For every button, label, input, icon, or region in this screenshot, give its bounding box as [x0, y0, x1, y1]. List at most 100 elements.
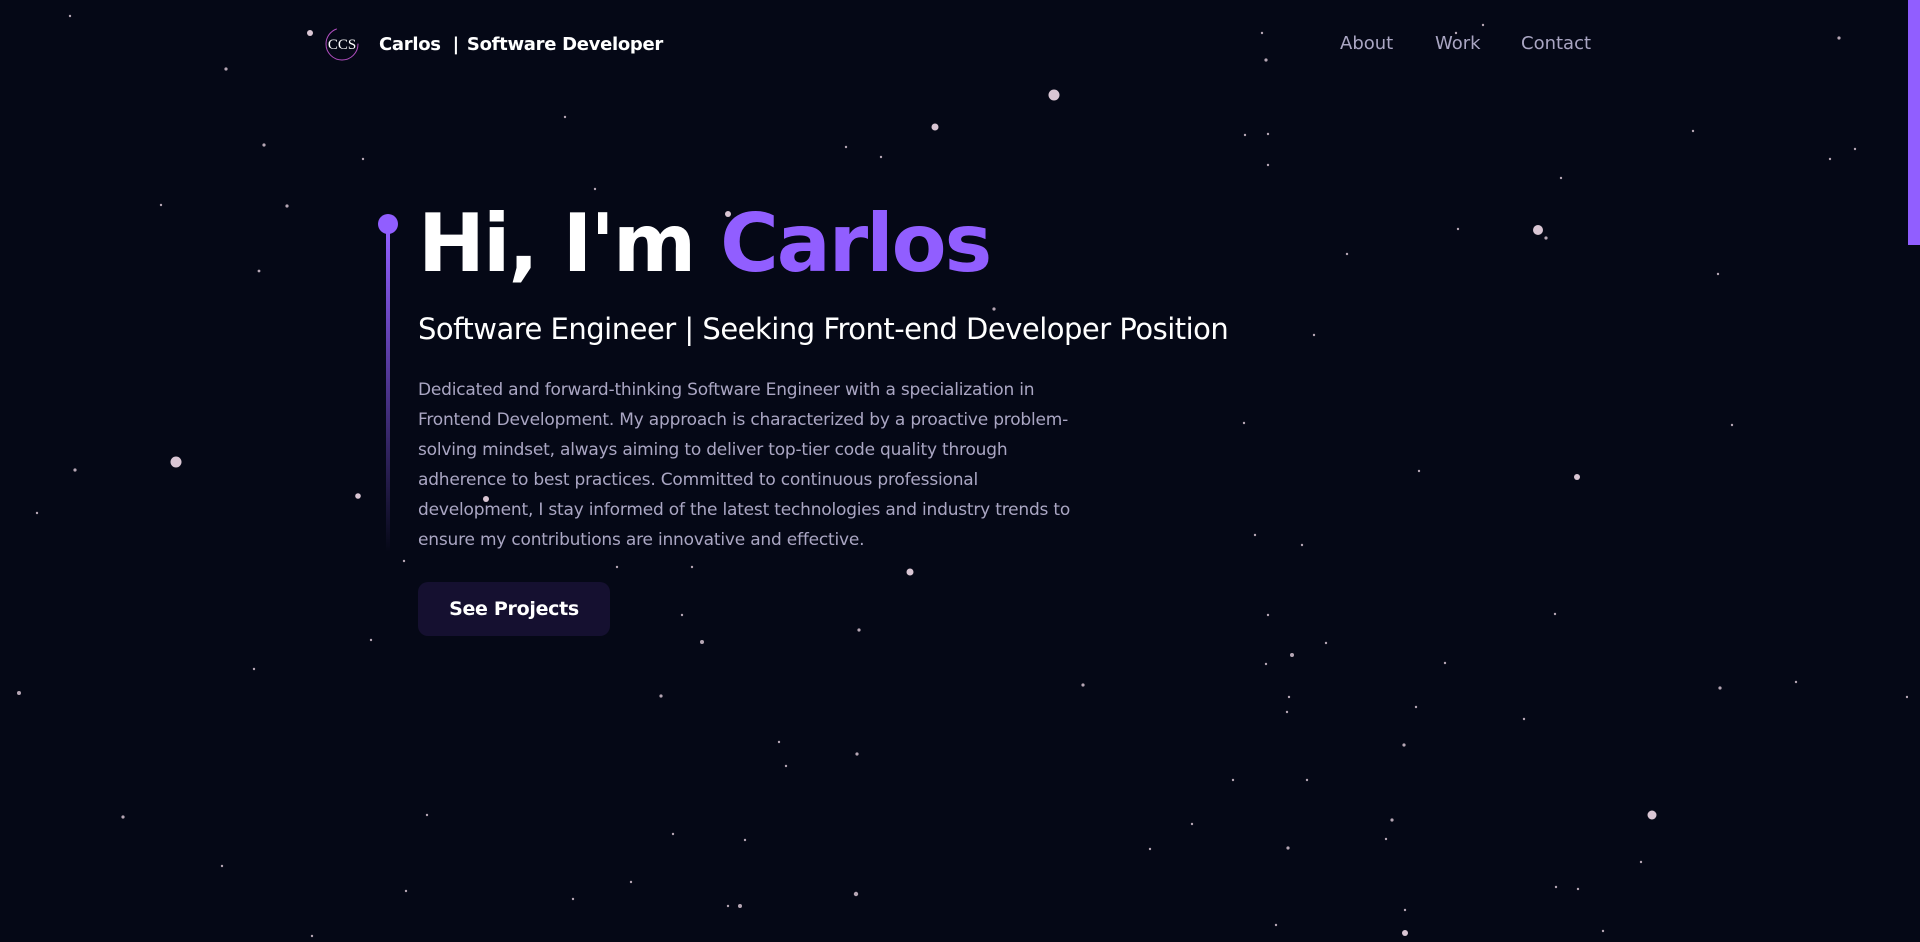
star	[1574, 474, 1580, 480]
star	[1190, 822, 1194, 826]
nav-link-about[interactable]: About	[1340, 33, 1393, 54]
star	[1402, 743, 1406, 747]
star	[355, 493, 361, 499]
star	[1794, 680, 1798, 684]
star	[1828, 157, 1832, 161]
star	[844, 145, 848, 149]
star	[629, 880, 633, 884]
star	[1601, 929, 1605, 933]
star	[853, 891, 859, 897]
brand-title: Carlos | Software Developer	[379, 34, 663, 55]
star	[1390, 818, 1394, 822]
star	[159, 203, 163, 207]
star	[252, 667, 256, 671]
hero-greeting: Hi, I'm	[418, 197, 696, 290]
star	[879, 155, 883, 159]
star	[726, 904, 730, 908]
star	[1266, 613, 1270, 617]
hero-subtitle: Software Engineer | Seeking Front-end De…	[418, 312, 1229, 346]
star	[1576, 887, 1580, 891]
scrollbar-thumb[interactable]	[1908, 0, 1920, 245]
star	[1300, 543, 1304, 547]
star	[571, 897, 575, 901]
star	[310, 934, 314, 938]
star	[1243, 133, 1247, 137]
star	[1290, 653, 1294, 657]
star	[690, 565, 694, 569]
brand-link[interactable]: CCS Carlos | Software Developer	[323, 25, 663, 63]
star	[1414, 705, 1418, 709]
star	[931, 123, 939, 131]
star	[1522, 717, 1526, 721]
star	[857, 628, 861, 632]
star	[1266, 163, 1270, 167]
star	[680, 613, 684, 617]
star	[1647, 810, 1657, 820]
star	[1253, 533, 1257, 537]
star	[1730, 423, 1734, 427]
star	[257, 269, 261, 273]
star	[1554, 885, 1558, 889]
brand-role: Software Developer	[466, 33, 663, 55]
star	[593, 187, 597, 191]
star	[659, 694, 663, 698]
hero-accent-line	[378, 214, 400, 554]
star	[1285, 710, 1289, 714]
nav-link-work[interactable]: Work	[1435, 33, 1481, 54]
hero-accent-dot	[378, 214, 398, 234]
star	[1081, 683, 1085, 687]
star	[220, 864, 224, 868]
star	[1533, 225, 1543, 235]
star	[992, 307, 996, 311]
star	[1264, 662, 1268, 666]
nav-link-contact[interactable]: Contact	[1521, 33, 1591, 54]
star	[784, 764, 788, 768]
scrollbar[interactable]	[1908, 0, 1920, 942]
star	[17, 691, 21, 695]
star	[1402, 930, 1408, 936]
hero-description: Dedicated and forward-thinking Software …	[418, 380, 1071, 550]
star	[369, 638, 373, 642]
star	[262, 143, 266, 147]
brand-name: Carlos	[379, 33, 441, 55]
star	[855, 752, 859, 756]
star	[1639, 860, 1643, 864]
star	[1559, 176, 1563, 180]
star	[1691, 129, 1695, 133]
star	[1324, 641, 1328, 645]
star	[906, 568, 914, 576]
star	[738, 904, 742, 908]
hero-accent-bar	[386, 232, 390, 552]
star	[1287, 695, 1291, 699]
star	[285, 204, 289, 208]
star	[1456, 227, 1460, 231]
logo-text: CCS	[328, 37, 356, 53]
brand-separator: |	[452, 33, 460, 55]
star	[563, 115, 567, 119]
star	[1853, 147, 1857, 151]
star	[1718, 686, 1722, 690]
see-projects-button[interactable]: See Projects	[418, 582, 610, 636]
star	[1231, 778, 1235, 782]
star	[1266, 132, 1270, 136]
star	[671, 832, 675, 836]
star	[1417, 469, 1421, 473]
star	[404, 889, 408, 893]
hero-name: Carlos	[720, 197, 992, 290]
star	[1274, 923, 1278, 927]
page: CCS Carlos | Software Developer About Wo…	[0, 0, 1920, 942]
star	[1553, 612, 1557, 616]
star	[121, 815, 125, 819]
star	[1544, 236, 1548, 240]
star	[1345, 252, 1349, 256]
logo-icon: CCS	[325, 27, 359, 61]
star	[1403, 908, 1407, 912]
star	[1286, 846, 1290, 850]
star	[1716, 272, 1720, 276]
star	[743, 838, 747, 842]
star	[73, 468, 77, 472]
star	[1148, 847, 1152, 851]
star	[1242, 421, 1246, 425]
star	[425, 813, 429, 817]
star	[35, 511, 39, 515]
